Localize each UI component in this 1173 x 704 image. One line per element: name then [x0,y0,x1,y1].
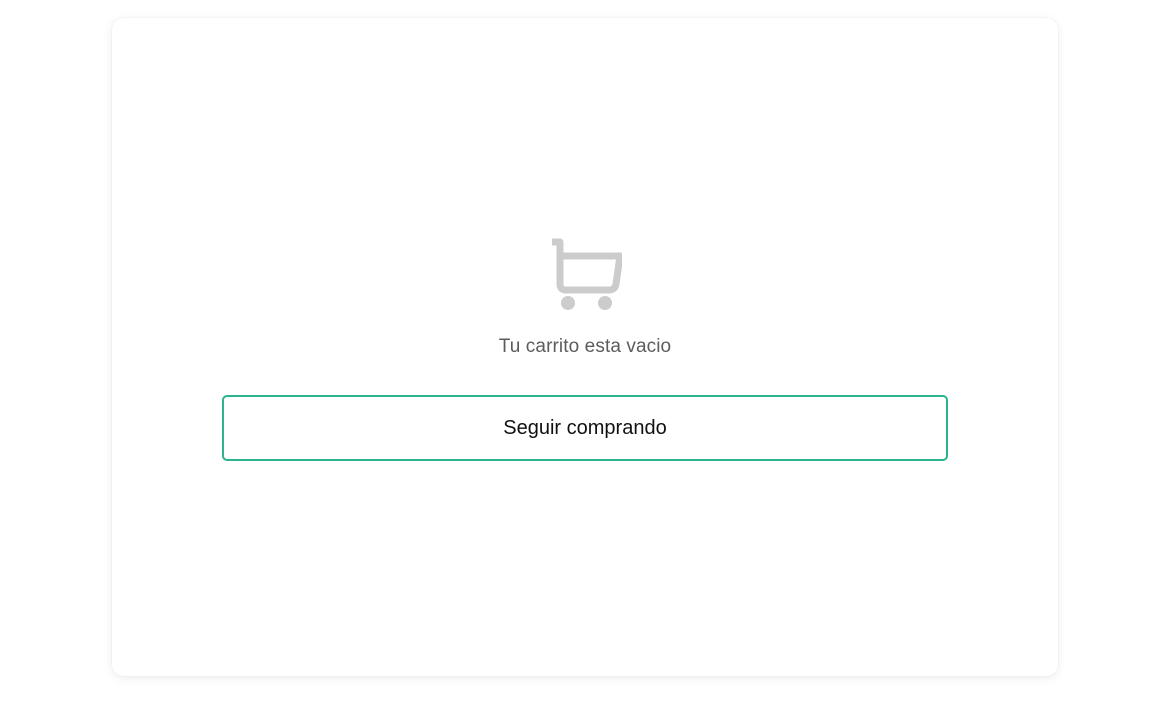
empty-cart-card: Tu carrito esta vacio Seguir comprando [112,18,1058,676]
continue-shopping-button[interactable]: Seguir comprando [222,395,948,461]
empty-cart-message: Tu carrito esta vacio [498,336,672,357]
empty-cart-state: Tu carrito esta vacio Seguir comprando [112,18,1058,676]
cart-icon [548,238,622,312]
